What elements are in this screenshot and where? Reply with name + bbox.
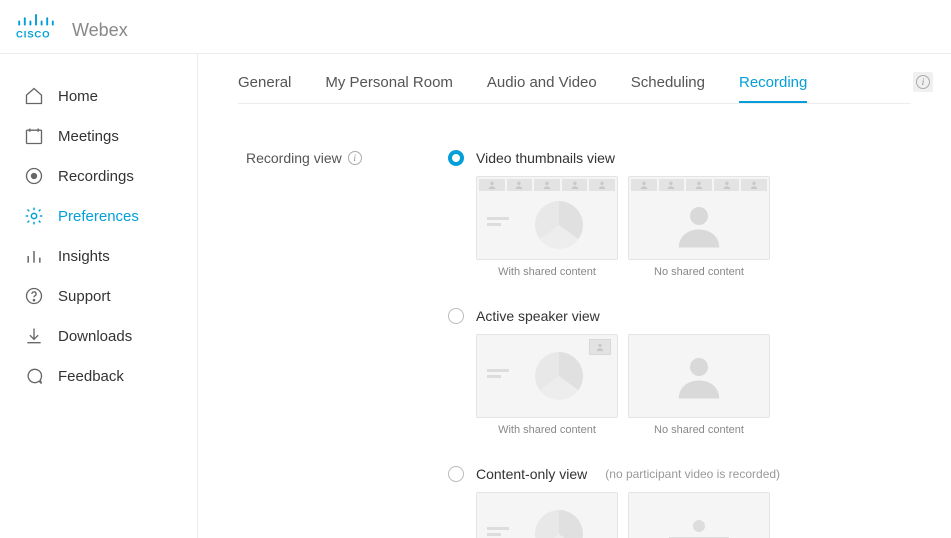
- tab-bar: General My Personal Room Audio and Video…: [238, 68, 911, 104]
- bar-chart-icon: [24, 246, 44, 266]
- sidebar-item-downloads[interactable]: Downloads: [0, 316, 197, 356]
- placeholder-icon: [669, 520, 729, 538]
- chat-icon: [24, 366, 44, 386]
- preview-noshared-content: [628, 492, 770, 538]
- download-icon: [24, 326, 44, 346]
- option-title: Content-only view: [476, 466, 587, 482]
- preview-caption: With shared content: [498, 260, 596, 278]
- option-note: (no participant video is recorded): [605, 467, 780, 481]
- sidebar-item-label: Downloads: [58, 328, 132, 345]
- tab-scheduling[interactable]: Scheduling: [631, 68, 705, 103]
- preview-caption: No shared content: [654, 418, 744, 436]
- mini-avatar-icon: [589, 339, 611, 355]
- main-content: General My Personal Room Audio and Video…: [198, 54, 951, 538]
- preview-caption: With shared content: [498, 418, 596, 436]
- sidebar-item-home[interactable]: Home: [0, 76, 197, 116]
- product-name: Webex: [72, 20, 128, 41]
- sidebar-item-meetings[interactable]: Meetings: [0, 116, 197, 156]
- calendar-icon: [24, 126, 44, 146]
- sidebar-item-label: Preferences: [58, 208, 139, 225]
- sidebar-item-label: Home: [58, 88, 98, 105]
- app-header: CISCO Webex: [0, 0, 951, 54]
- preview-shared-thumb: [476, 176, 618, 260]
- svg-text:CISCO: CISCO: [16, 29, 50, 40]
- brand-logo: CISCO Webex: [16, 13, 128, 41]
- setting-label-text: Recording view: [246, 150, 342, 166]
- option-title: Active speaker view: [476, 308, 600, 324]
- sidebar-item-preferences[interactable]: Preferences: [0, 196, 197, 236]
- tab-general[interactable]: General: [238, 68, 291, 103]
- preview-noshared-speaker: [628, 334, 770, 418]
- sidebar-item-support[interactable]: Support: [0, 276, 197, 316]
- radio-video-thumbnails[interactable]: [448, 150, 464, 166]
- record-icon: [24, 166, 44, 186]
- sidebar-item-insights[interactable]: Insights: [0, 236, 197, 276]
- sidebar-item-label: Insights: [58, 248, 110, 265]
- avatar-icon: [672, 349, 726, 403]
- info-icon[interactable]: i: [913, 72, 933, 92]
- help-icon: [24, 286, 44, 306]
- setting-label: Recording view i: [246, 150, 448, 166]
- tab-recording[interactable]: Recording: [739, 68, 807, 103]
- sidebar-item-recordings[interactable]: Recordings: [0, 156, 197, 196]
- sidebar-item-label: Meetings: [58, 128, 119, 145]
- radio-active-speaker[interactable]: [448, 308, 464, 324]
- avatar-icon: [672, 198, 726, 252]
- sidebar-item-feedback[interactable]: Feedback: [0, 356, 197, 396]
- sidebar-item-label: Feedback: [58, 368, 124, 385]
- preview-shared-content: [476, 492, 618, 538]
- option-video-thumbnails: Video thumbnails view: [448, 150, 911, 278]
- tab-audio-video[interactable]: Audio and Video: [487, 68, 597, 103]
- info-icon[interactable]: i: [348, 151, 362, 165]
- sidebar-item-label: Recordings: [58, 168, 134, 185]
- sidebar-item-label: Support: [58, 288, 111, 305]
- option-content-only: Content-only view (no participant video …: [448, 466, 911, 538]
- home-icon: [24, 86, 44, 106]
- option-active-speaker: Active speaker view With share: [448, 308, 911, 436]
- preview-shared-speaker: [476, 334, 618, 418]
- preview-noshared-thumb: [628, 176, 770, 260]
- sidebar: Home Meetings Recordings Preferences Ins…: [0, 54, 198, 538]
- cisco-logo-icon: CISCO: [16, 13, 64, 41]
- preview-caption: No shared content: [654, 260, 744, 278]
- option-title: Video thumbnails view: [476, 150, 615, 166]
- gear-icon: [24, 206, 44, 226]
- radio-content-only[interactable]: [448, 466, 464, 482]
- tab-personal-room[interactable]: My Personal Room: [325, 68, 453, 103]
